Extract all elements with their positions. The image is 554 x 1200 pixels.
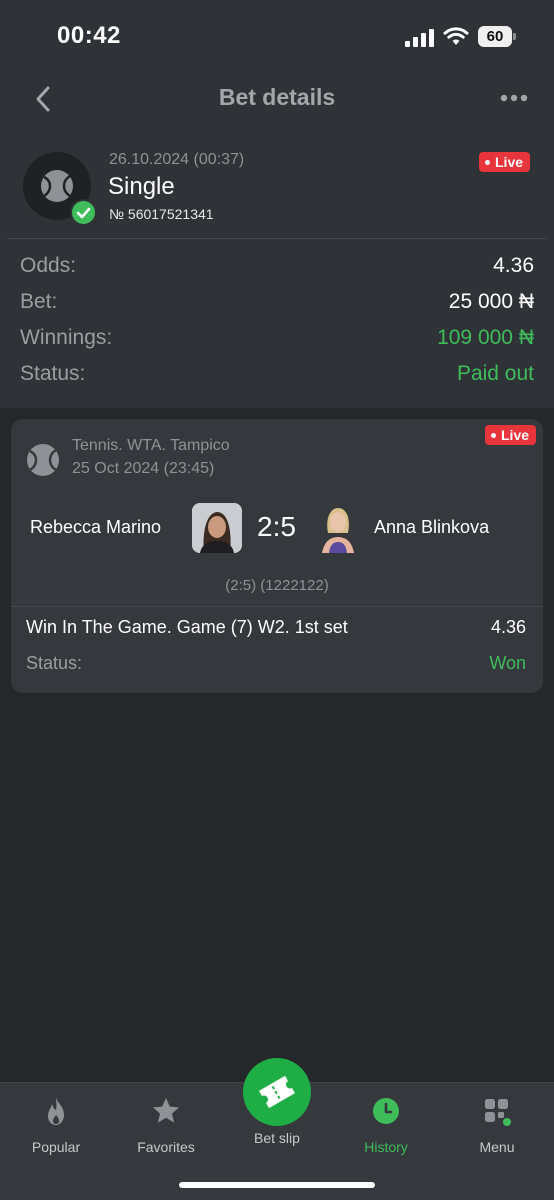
stake-row: Bet: 25 000 ₦ xyxy=(20,290,534,320)
player1-name: Rebecca Marino xyxy=(30,517,162,537)
live-badge-label: Live xyxy=(495,154,524,170)
status-time: 00:42 xyxy=(57,22,121,49)
live-badge: Live xyxy=(479,152,531,172)
live-dot-icon xyxy=(485,159,490,165)
more-options-icon[interactable] xyxy=(496,86,532,110)
tennis-ball-icon xyxy=(27,444,59,476)
odds-row: Odds: 4.36 xyxy=(20,254,534,284)
score-detail: (2:5) (1222122) xyxy=(225,577,329,594)
battery-indicator: 60 xyxy=(478,26,516,47)
ticket-icon xyxy=(259,1075,295,1109)
flame-icon xyxy=(48,1097,64,1125)
clock-icon xyxy=(373,1098,399,1124)
card-divider xyxy=(11,606,543,607)
header: Bet details xyxy=(0,74,554,124)
star-icon xyxy=(153,1098,179,1123)
odds-value: 4.36 xyxy=(493,254,534,277)
nav-favorites[interactable]: Favorites xyxy=(111,1091,221,1155)
match-score: 2:5 xyxy=(257,511,296,542)
player2-photo xyxy=(313,503,363,553)
live-dot-icon xyxy=(491,432,496,438)
checkmark-icon xyxy=(76,207,91,219)
nav-favorites-label: Favorites xyxy=(137,1139,195,1155)
payout-status-row: Status: Paid out xyxy=(20,362,534,392)
stake-value: 25 000 ₦ xyxy=(448,290,534,313)
bet-date: 26.10.2024 (00:37) xyxy=(109,151,245,168)
battery-level: 60 xyxy=(486,28,504,45)
page-title: Bet details xyxy=(218,84,336,110)
status-bar: 00:42 60 xyxy=(0,0,554,70)
event-live-badge: Live xyxy=(485,425,537,445)
home-indicator[interactable] xyxy=(179,1182,375,1188)
tennis-ball-icon xyxy=(41,170,73,202)
selection-status-value: Won xyxy=(489,653,526,673)
winnings-row: Winnings: 109 000 ₦ xyxy=(20,326,534,356)
nav-history-label: History xyxy=(364,1139,408,1155)
nav-popular-label: Popular xyxy=(31,1139,81,1155)
bet-slip-button[interactable] xyxy=(243,1058,311,1126)
menu-grid-icon xyxy=(485,1099,511,1126)
nav-history[interactable]: History xyxy=(331,1091,441,1155)
bet-market: Win In The Game. Game (7) W2. 1st set xyxy=(26,617,348,637)
summary-divider xyxy=(7,238,547,239)
selection-status-label: Status: xyxy=(26,653,83,673)
market-odds: 4.36 xyxy=(490,617,526,637)
player2-name: Anna Blinkova xyxy=(374,517,490,537)
bet-slip-label: Bet slip xyxy=(254,1130,300,1146)
event-league: Tennis. WTA. Tampico xyxy=(72,437,230,454)
nav-popular[interactable]: Popular xyxy=(1,1091,111,1155)
bet-number: № 56017521341 xyxy=(109,206,214,222)
event-date: 25 Oct 2024 (23:45) xyxy=(72,460,215,477)
winnings-value: 109 000 ₦ xyxy=(437,326,534,349)
event-card[interactable]: Tennis. WTA. Tampico 25 Oct 2024 (23:45)… xyxy=(11,419,543,693)
odds-label: Odds: xyxy=(20,254,77,277)
event-live-label: Live xyxy=(501,427,530,443)
nav-menu-label: Menu xyxy=(479,1139,515,1155)
player2-avatar-icon xyxy=(322,508,354,553)
payout-status-label: Status: xyxy=(20,362,86,385)
nav-menu[interactable]: Menu xyxy=(442,1091,552,1155)
cellular-signal-icon xyxy=(405,29,434,47)
won-check-badge xyxy=(70,199,97,226)
wifi-icon xyxy=(443,27,469,45)
winnings-label: Winnings: xyxy=(20,326,113,349)
stake-label: Bet: xyxy=(20,290,58,313)
player1-photo xyxy=(192,503,242,553)
player1-avatar-icon xyxy=(192,503,242,553)
bet-type: Single xyxy=(108,173,175,200)
payout-status-value: Paid out xyxy=(456,362,534,385)
